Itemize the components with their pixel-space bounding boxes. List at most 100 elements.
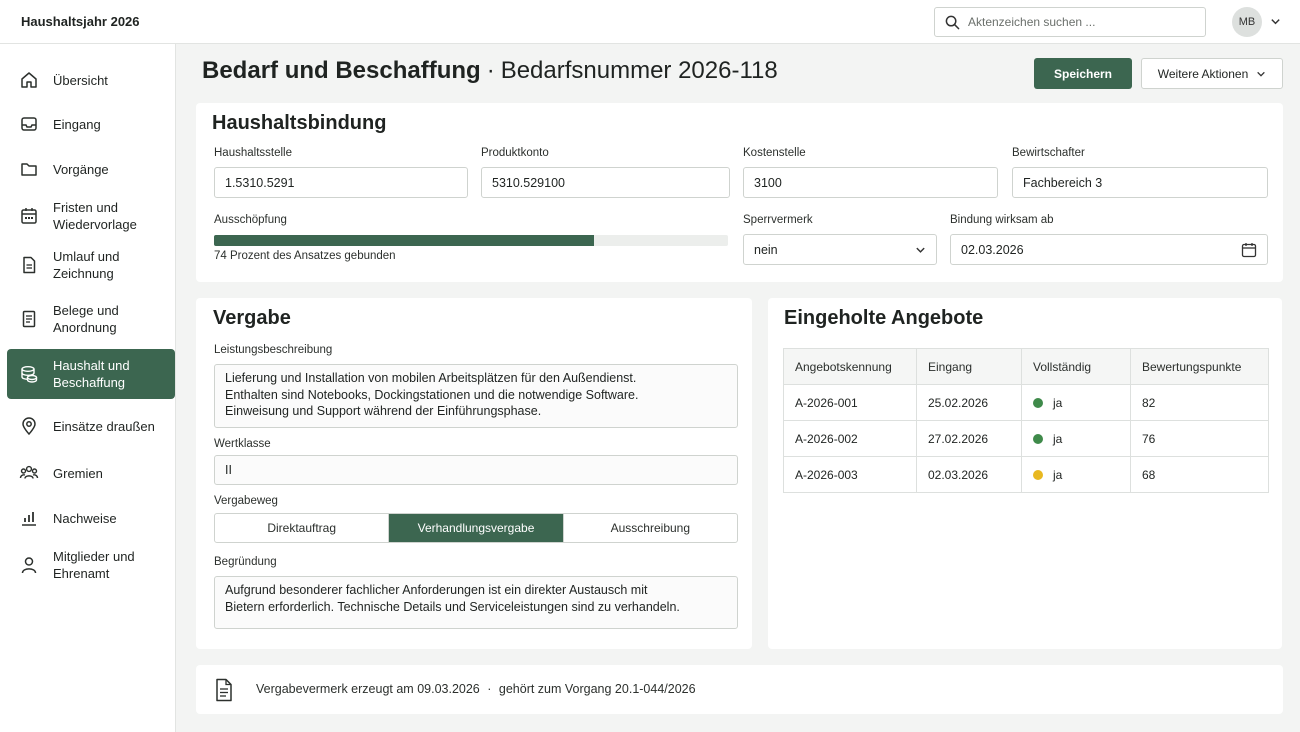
haushaltsstelle-field[interactable]: 1.5310.5291 — [214, 167, 468, 198]
status-dot — [1033, 469, 1043, 480]
save-button[interactable]: Speichern — [1034, 58, 1132, 89]
sidebar-item-gremien[interactable]: Gremien — [7, 448, 175, 498]
avatar[interactable]: MB — [1232, 7, 1262, 37]
folder-icon — [21, 163, 37, 176]
offer-id: A-2026-001 — [783, 384, 917, 421]
offer-complete-cell: ja — [1021, 420, 1131, 457]
column-header-vollstaendig[interactable]: Vollständig — [1021, 348, 1131, 385]
table-header-row: Angebotskennung Eingang Vollständig Bewe… — [783, 348, 1269, 385]
chevron-down-icon[interactable] — [1270, 16, 1281, 27]
sidebar-item-umlauf[interactable]: Umlauf und Zeichnung — [7, 240, 175, 290]
page-subtitle: Bedarfsnummer 2026-118 — [500, 57, 778, 84]
description-line: Einweisung und Support während der Einfü… — [225, 404, 542, 418]
bar-chart-icon — [22, 512, 36, 526]
column-header-eingang[interactable]: Eingang — [916, 348, 1022, 385]
sidebar-item-vorgaenge[interactable]: Vorgänge — [7, 144, 175, 194]
ausschoepfung-progress-bar — [214, 235, 728, 246]
vergabeweg-option-direktauftrag[interactable]: Direktauftrag — [215, 514, 390, 542]
sperrvermerk-value: nein — [754, 242, 778, 257]
offer-points: 82 — [1130, 384, 1269, 421]
offer-points: 68 — [1130, 456, 1269, 493]
vergabeweg-label: Vergabeweg — [214, 495, 278, 507]
bindung-label: Bindung wirksam ab — [950, 214, 1054, 226]
footer-separator: · — [487, 682, 492, 696]
inbox-icon — [21, 117, 37, 131]
document-icon — [23, 256, 36, 274]
ausschoepfung-label: Ausschöpfung — [214, 214, 287, 226]
description-label: Leistungsbeschreibung — [214, 344, 333, 356]
app-title: Haushaltsjahr 2026 — [21, 14, 140, 29]
sperrvermerk-select[interactable]: nein — [743, 234, 937, 265]
progress-fill — [214, 235, 595, 246]
wertklasse-field[interactable]: II — [214, 455, 738, 485]
sidebar-item-label: Gremien — [53, 465, 103, 481]
map-pin-icon — [22, 417, 36, 436]
offer-points: 76 — [1130, 420, 1269, 457]
user-icon — [21, 557, 37, 574]
search-input[interactable] — [968, 13, 1198, 31]
budget-title: Haushaltsbindung — [212, 112, 387, 134]
offer-id: A-2026-002 — [783, 420, 917, 457]
description-line: Lieferung und Installation von mobilen A… — [225, 371, 637, 385]
sidebar-item-haushalt[interactable]: Haushalt und Beschaffung — [7, 349, 175, 399]
offer-complete-cell: ja — [1021, 384, 1131, 421]
sidebar-item-label: Übersicht — [53, 72, 108, 88]
bewirtschafter-label: Bewirtschafter — [1012, 147, 1085, 159]
sidebar-item-label: Mitglieder und Ehrenamt — [53, 549, 135, 581]
table-row[interactable]: A-2026-002 27.02.2026 ja 76 — [783, 420, 1269, 457]
vergabeweg-segmented-control: Direktauftrag Verhandlungsvergabe Aussch… — [214, 513, 738, 543]
bewirtschafter-field[interactable]: Fachbereich 3 — [1012, 167, 1268, 198]
description-textarea[interactable]: Lieferung und Installation von mobilen A… — [214, 364, 738, 428]
page-title-main: Bedarf und Beschaffung — [202, 57, 481, 84]
receipt-icon — [22, 310, 36, 328]
more-actions-button[interactable]: Weitere Aktionen — [1141, 58, 1283, 89]
column-header-punkte[interactable]: Bewertungspunkte — [1130, 348, 1269, 385]
footer-bar: Vergabevermerk erzeugt am 09.03.2026 · g… — [196, 665, 1283, 714]
produktkonto-field[interactable]: 5310.529100 — [481, 167, 730, 198]
vergabeweg-option-verhandlungsvergabe[interactable]: Verhandlungsvergabe — [389, 514, 564, 542]
vergabeweg-option-ausschreibung[interactable]: Ausschreibung — [564, 514, 737, 542]
offer-complete: ja — [1053, 395, 1063, 410]
ausschoepfung-text: 74 Prozent des Ansatzes gebunden — [214, 250, 396, 262]
wertklasse-label: Wertklasse — [214, 438, 271, 450]
sidebar-item-uebersicht[interactable]: Übersicht — [7, 55, 175, 105]
offers-table: Angebotskennung Eingang Vollständig Bewe… — [783, 348, 1269, 493]
begruendung-line: Bietern erforderlich. Technische Details… — [225, 599, 680, 614]
kostenstelle-field[interactable]: 3100 — [743, 167, 998, 198]
calendar-icon — [21, 208, 37, 224]
sidebar-item-belege[interactable]: Belege und Anordnung — [7, 294, 175, 344]
document-icon — [216, 678, 232, 702]
search-box[interactable] — [934, 7, 1206, 37]
sidebar-item-einsaetze[interactable]: Einsätze draußen — [7, 401, 175, 451]
offers-title: Eingeholte Angebote — [784, 307, 984, 329]
table-row[interactable]: A-2026-003 02.03.2026 ja 68 — [783, 456, 1269, 493]
status-dot — [1033, 433, 1043, 444]
status-dot — [1033, 397, 1043, 408]
table-row[interactable]: A-2026-001 25.02.2026 ja 82 — [783, 384, 1269, 421]
begruendung-label: Begründung — [214, 556, 277, 568]
bindung-date-field[interactable]: 02.03.2026 — [950, 234, 1268, 265]
sidebar-item-label: Belege und Anordnung — [53, 303, 119, 335]
sidebar-item-eingang[interactable]: Eingang — [7, 99, 175, 149]
sidebar-item-mitglieder[interactable]: Mitglieder und Ehrenamt — [7, 540, 175, 590]
sidebar-item-fristen[interactable]: Fristen und Wiedervorlage — [7, 191, 175, 241]
offer-id: A-2026-003 — [783, 456, 917, 493]
column-header-id[interactable]: Angebotskennung — [783, 348, 917, 385]
footer-vorgang-link[interactable]: gehört zum Vorgang 20.1-044/2026 — [499, 682, 696, 696]
page-title: Bedarf und Beschaffung · Bedarfsnummer 202… — [202, 57, 778, 85]
produktkonto-label: Produktkonto — [481, 147, 549, 159]
offer-complete: ja — [1053, 467, 1063, 482]
offer-complete: ja — [1053, 431, 1063, 446]
offer-date: 02.03.2026 — [916, 456, 1022, 493]
home-icon — [21, 72, 37, 88]
kostenstelle-label: Kostenstelle — [743, 147, 806, 159]
sidebar-item-nachweise[interactable]: Nachweise — [7, 493, 175, 543]
offer-complete-cell: ja — [1021, 456, 1131, 493]
chevron-down-icon — [1257, 71, 1266, 77]
sidebar-item-label: Nachweise — [53, 510, 117, 526]
footer-text: Vergabevermerk erzeugt am 09.03.2026 · g… — [256, 682, 696, 696]
sidebar-item-label: Eingang — [53, 116, 101, 132]
calendar-icon[interactable] — [1241, 242, 1257, 258]
begruendung-textarea[interactable]: Aufgrund besonderer fachlicher Anforderu… — [214, 576, 738, 629]
bindung-value: 02.03.2026 — [961, 242, 1024, 257]
